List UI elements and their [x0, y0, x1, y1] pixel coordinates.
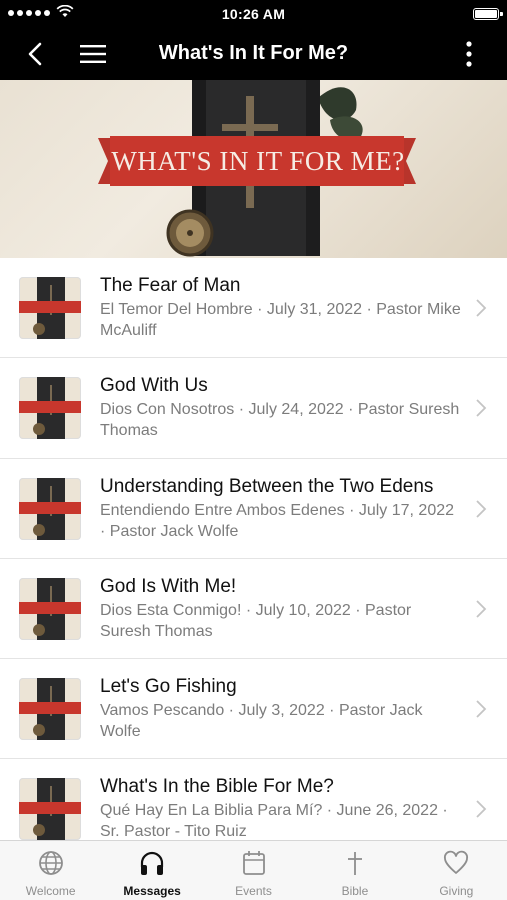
chevron-right-icon [476, 600, 487, 618]
chevron-right-icon [476, 499, 487, 518]
message-list: The Fear of Man El Temor Del Hombre · Ju… [0, 258, 507, 840]
series-thumbnail [19, 678, 81, 741]
tab-label: Events [235, 884, 272, 898]
headphones-icon [141, 851, 164, 875]
list-item[interactable]: What's In the Bible For Me? Qué Hay En L… [0, 759, 507, 840]
status-bar: 10:26 AM [0, 0, 507, 28]
message-title: God With Us [100, 375, 208, 397]
list-item[interactable]: Understanding Between the Two Edens Ente… [0, 459, 507, 559]
tab-label: Messages [123, 884, 181, 898]
list-item[interactable]: The Fear of Man El Temor Del Hombre · Ju… [0, 258, 507, 359]
page-title: What's In It For Me? [158, 42, 349, 64]
message-subtitle: Entendiendo Entre Ambos Edenes · July 17… [100, 501, 455, 540]
heart-icon [444, 850, 469, 874]
calendar-icon [242, 851, 265, 875]
list-item[interactable]: God With Us Dios Con Nosotros · July 24,… [0, 358, 507, 459]
chevron-right-icon [476, 800, 487, 819]
list-item[interactable]: God Is With Me! Dios Esta Conmigo! · Jul… [0, 559, 507, 660]
tab-bible[interactable]: Bible [304, 841, 405, 900]
cross-icon [347, 852, 362, 875]
series-banner: WHAT'S IN IT FOR ME? [0, 80, 507, 258]
status-time: 10:26 AM [221, 6, 286, 22]
more-options-icon[interactable] [459, 39, 479, 69]
message-subtitle: Qué Hay En La Biblia Para Mí? · June 26,… [100, 802, 448, 840]
chevron-right-icon [476, 399, 487, 417]
message-subtitle: Dios Con Nosotros · July 24, 2022 · Past… [100, 401, 460, 440]
message-subtitle: Vamos Pescando · July 3, 2022 · Pastor J… [100, 702, 423, 741]
message-subtitle: Dios Esta Conmigo! · July 10, 2022 · Pas… [100, 601, 412, 640]
message-title: God Is With Me! [100, 575, 237, 597]
tab-label: Bible [341, 884, 369, 898]
message-title: What's In the Bible For Me? [100, 776, 334, 798]
message-title: Let's Go Fishing [100, 676, 237, 698]
series-thumbnail [19, 477, 81, 540]
tab-welcome[interactable]: Welcome [0, 841, 101, 900]
tab-bar: Welcome Messages Events Bible Giving [0, 840, 507, 900]
series-thumbnail [19, 277, 81, 339]
tab-messages[interactable]: Messages [101, 841, 202, 900]
chevron-right-icon [476, 700, 487, 718]
message-title: The Fear of Man [100, 275, 241, 296]
series-thumbnail [19, 377, 81, 440]
battery-icon [473, 8, 503, 20]
series-thumbnail [19, 778, 81, 840]
tab-giving[interactable]: Giving [406, 841, 507, 900]
chevron-right-icon [476, 299, 487, 317]
globe-icon [38, 851, 63, 875]
banner-title: WHAT'S IN IT FOR ME? [111, 146, 405, 176]
navigation-bar: What's In It For Me? [0, 28, 507, 80]
tab-label: Welcome [25, 884, 76, 898]
list-item[interactable]: Let's Go Fishing Vamos Pescando · July 3… [0, 659, 507, 760]
tab-events[interactable]: Events [203, 841, 304, 900]
tab-label: Giving [439, 884, 474, 898]
message-title: Understanding Between the Two Edens [100, 475, 434, 497]
message-subtitle: El Temor Del Hombre · July 31, 2022 · Pa… [100, 301, 461, 339]
series-thumbnail [19, 577, 81, 640]
